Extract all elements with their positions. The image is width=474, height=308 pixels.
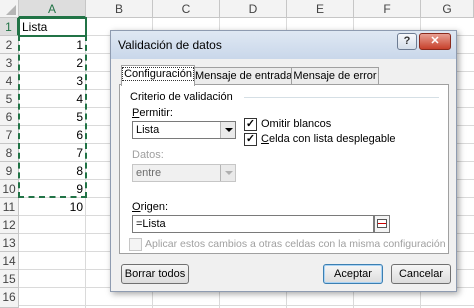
help-button[interactable]: ? [397,33,417,50]
celda-label-text: elda con lista desplegable [268,133,396,145]
active-cell-a1 [18,17,87,37]
check-icon: ✓ [245,133,256,145]
column-header-f[interactable]: F [354,0,421,18]
dialog-titlebar[interactable]: Validación de datos ? ✕ [111,31,456,59]
aplicar-cambios-label: Aplicar estos cambios a otras celdas con… [145,238,446,250]
row-header-6[interactable]: 6 [0,108,19,126]
row-header-12[interactable]: 12 [0,216,19,234]
celda-lista-checkbox[interactable]: ✓ [244,133,257,146]
datos-value: entre [136,167,162,179]
row-header-2[interactable]: 2 [0,36,19,54]
section-divider [244,97,439,98]
section-title: Criterio de validación [130,91,233,103]
omitir-blancos-checkbox[interactable]: ✓ [244,118,257,131]
borrar-todos-button[interactable]: Borrar todos [121,264,189,284]
row-header-9[interactable]: 9 [0,162,19,180]
tab-configuracion[interactable]: Configuración [121,65,195,86]
row-header-14[interactable]: 14 [0,252,19,270]
omitir-blancos-label[interactable]: Omitir blancos [261,118,331,130]
origen-input[interactable]: =Lista [132,215,374,233]
row-header-15[interactable]: 15 [0,270,19,288]
permitir-label: Permitir: [132,107,173,119]
origen-label: Origen: [132,201,168,213]
column-header-b[interactable]: B [86,0,153,18]
data-validation-dialog: Validación de datos ? ✕ Configuración Me… [110,30,457,292]
close-button[interactable]: ✕ [419,33,451,50]
column-header-e[interactable]: E [287,0,354,18]
cell-a11[interactable]: 10 [19,198,86,216]
permitir-select[interactable]: Lista [132,121,236,139]
copy-marquee-a2-a11 [18,35,87,198]
column-header-g[interactable]: G [421,0,474,18]
row-header-5[interactable]: 5 [0,90,19,108]
row-header-7[interactable]: 7 [0,126,19,144]
chevron-down-icon [220,165,235,181]
row-header-1[interactable]: 1 [0,18,19,36]
row-header-3[interactable]: 3 [0,54,19,72]
celda-lista-label[interactable]: Celda con lista desplegable [261,133,396,145]
datos-label: Datos: [132,149,164,161]
row-header-13[interactable]: 13 [0,234,19,252]
permitir-label-text: ermitir: [139,107,173,119]
datos-select: entre [132,164,236,182]
check-icon: ✓ [245,118,256,130]
tab-mensaje-error[interactable]: Mensaje de error [291,67,379,85]
configuracion-panel: Criterio de validación Permitir: Lista ✓… [119,84,449,254]
select-all-corner[interactable] [0,0,19,18]
aplicar-cambios-checkbox [129,238,142,251]
celda-accesskey: C [261,133,269,145]
permitir-value: Lista [136,124,160,136]
chevron-down-icon[interactable] [220,122,235,138]
range-selector-icon [377,219,387,228]
row-header-16[interactable]: 16 [0,288,19,308]
dialog-title: Validación de datos [118,38,222,52]
column-header-a[interactable]: A [19,0,86,18]
tab-configuracion-label: Configuración [122,67,194,81]
row-header-11[interactable]: 11 [0,198,19,216]
column-header-d[interactable]: D [220,0,287,18]
range-selector-button[interactable] [374,215,390,233]
tab-mensaje-entrada[interactable]: Mensaje de entrada [194,67,292,85]
row-header-8[interactable]: 8 [0,144,19,162]
origen-label-text: rigen: [140,201,169,213]
cancelar-button[interactable]: Cancelar [391,264,451,284]
origen-accesskey: O [132,201,141,213]
aceptar-button[interactable]: Aceptar [323,264,383,284]
column-header-c[interactable]: C [153,0,220,18]
row-header-10[interactable]: 10 [0,180,19,198]
row-header-4[interactable]: 4 [0,72,19,90]
